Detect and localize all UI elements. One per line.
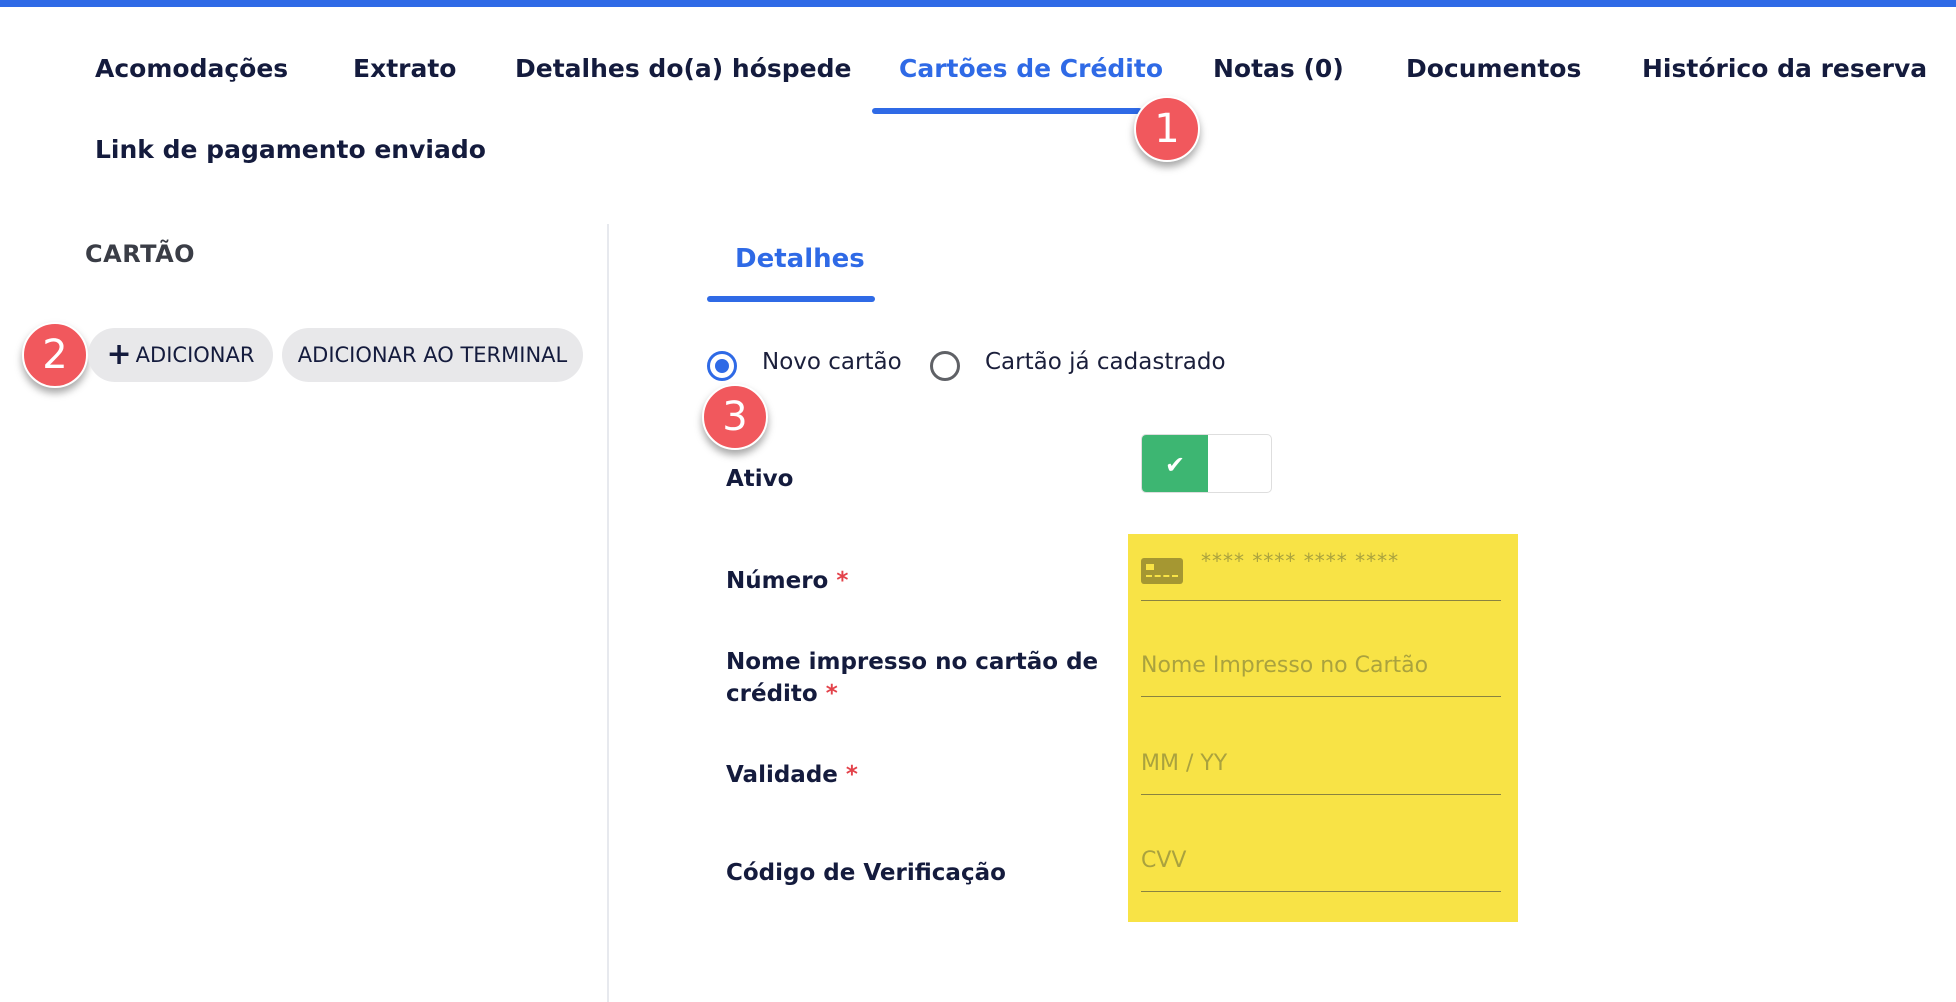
panel-divider — [607, 224, 609, 1002]
card-number-field[interactable] — [1141, 532, 1501, 601]
add-card-label: ADICIONAR — [135, 343, 255, 367]
tab-cartoes-credito[interactable]: Cartões de Crédito — [899, 54, 1163, 83]
tab-detalhes[interactable]: Detalhes — [735, 244, 865, 274]
check-icon: ✔ — [1164, 450, 1186, 479]
tab-notas[interactable]: Notas (0) — [1213, 54, 1344, 83]
top-accent-bar — [0, 0, 1956, 7]
tab-extrato[interactable]: Extrato — [353, 54, 456, 83]
card-name-field[interactable] — [1141, 636, 1501, 697]
add-to-terminal-button[interactable]: ADICIONAR AO TERMINAL — [282, 328, 583, 382]
validity-label: Validade * — [726, 762, 858, 788]
card-number-input[interactable] — [1141, 532, 1501, 590]
annotation-badge-3: 3 — [702, 384, 768, 450]
add-to-terminal-label: ADICIONAR AO TERMINAL — [297, 343, 568, 367]
radio-cartao-cadastrado[interactable] — [930, 351, 960, 381]
number-label: Número * — [726, 568, 849, 594]
tab-documentos[interactable]: Documentos — [1406, 54, 1581, 83]
active-label: Ativo — [726, 466, 794, 492]
card-cvv-input[interactable] — [1141, 831, 1501, 889]
tab-historico-reserva[interactable]: Histórico da reserva — [1642, 54, 1927, 83]
card-validity-input[interactable] — [1141, 734, 1501, 792]
card-section-title: CARTÃO — [85, 240, 196, 268]
active-toggle[interactable]: ✔ — [1141, 434, 1272, 493]
tab-link-pagamento[interactable]: Link de pagamento enviado — [95, 135, 486, 164]
add-card-button[interactable]: + ADICIONAR — [88, 328, 273, 382]
toggle-on-segment: ✔ — [1142, 435, 1208, 492]
active-tab-indicator — [872, 108, 1142, 114]
radio-novo-cartao-label[interactable]: Novo cartão — [762, 349, 902, 375]
card-validity-field[interactable] — [1141, 734, 1501, 795]
radio-cartao-cadastrado-label[interactable]: Cartão já cadastrado — [985, 349, 1226, 375]
tab-detalhes-hospede[interactable]: Detalhes do(a) hóspede — [515, 54, 852, 83]
tab-acomodacoes[interactable]: Acomodações — [95, 54, 288, 83]
subtab-indicator — [707, 296, 875, 302]
plus-icon: + — [106, 337, 132, 372]
name-label: Nome impresso no cartão de crédito * — [726, 649, 1099, 707]
cvv-label: Código de Verificação — [726, 860, 1006, 886]
annotation-badge-1: 1 — [1134, 96, 1200, 162]
annotation-badge-2: 2 — [22, 322, 88, 388]
radio-novo-cartao[interactable] — [707, 351, 737, 381]
card-name-input[interactable] — [1141, 636, 1501, 694]
card-cvv-field[interactable] — [1141, 831, 1501, 892]
